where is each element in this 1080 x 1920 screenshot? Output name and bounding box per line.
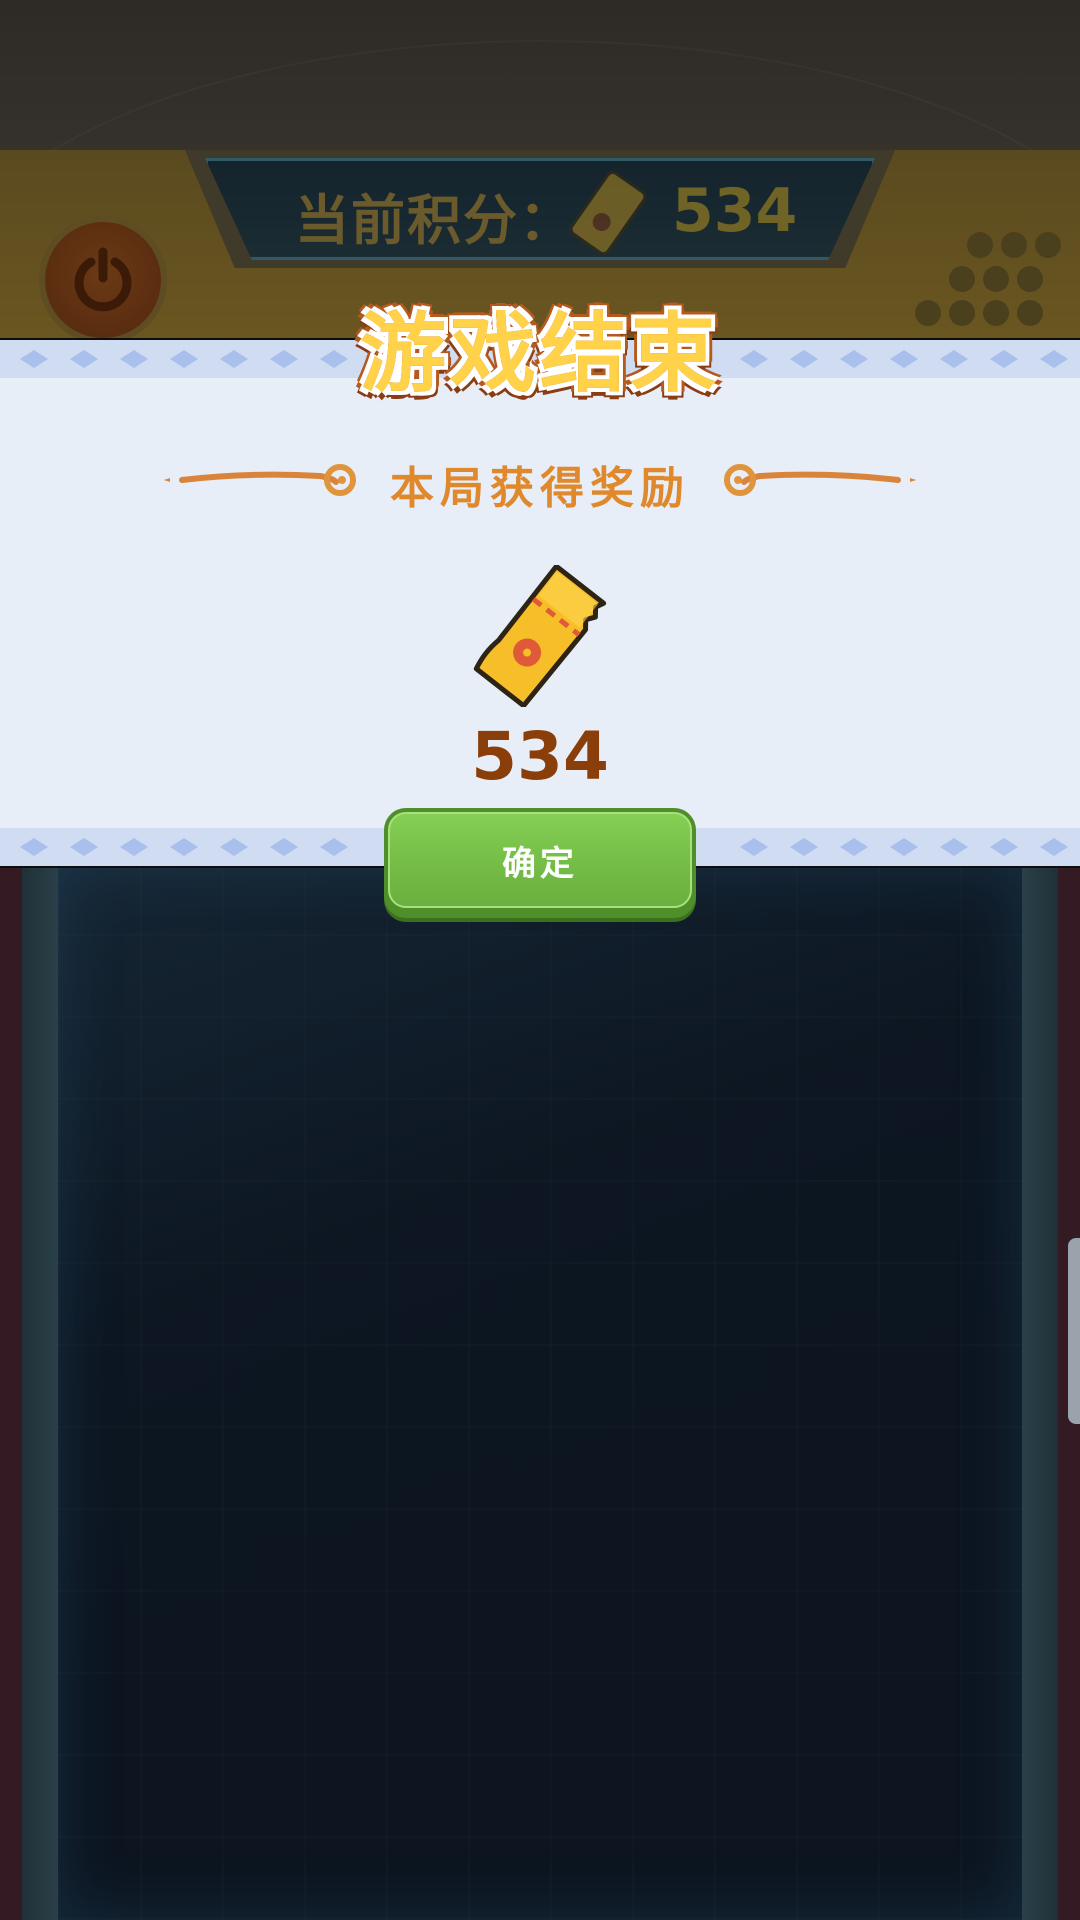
scroll-ornament-right-icon	[724, 464, 916, 496]
game-screen: 当前积分： 534 游戏结束 本局获得奖励 534 确定	[0, 0, 1080, 1920]
reward-value: 534	[471, 718, 609, 795]
ticket-icon	[569, 170, 647, 256]
score-value: 534	[672, 176, 798, 246]
reward-heading: 本局获得奖励	[160, 448, 920, 514]
score-label: 当前积分：	[295, 189, 575, 252]
power-icon	[74, 247, 132, 312]
confirm-label: 确定	[502, 843, 578, 884]
board-rail-left	[22, 864, 58, 1920]
power-button[interactable]	[45, 222, 161, 338]
game-over-title: 游戏结束	[360, 303, 720, 404]
confirm-button[interactable]: 确定	[384, 808, 696, 918]
side-drawer-handle[interactable]	[1068, 1238, 1080, 1424]
game-board	[58, 864, 1022, 1920]
pin-dots	[915, 232, 1065, 338]
game-over-title-banner: 游戏结束	[330, 290, 750, 404]
ticket-icon	[473, 565, 607, 707]
board-rail-right	[1022, 864, 1058, 1920]
